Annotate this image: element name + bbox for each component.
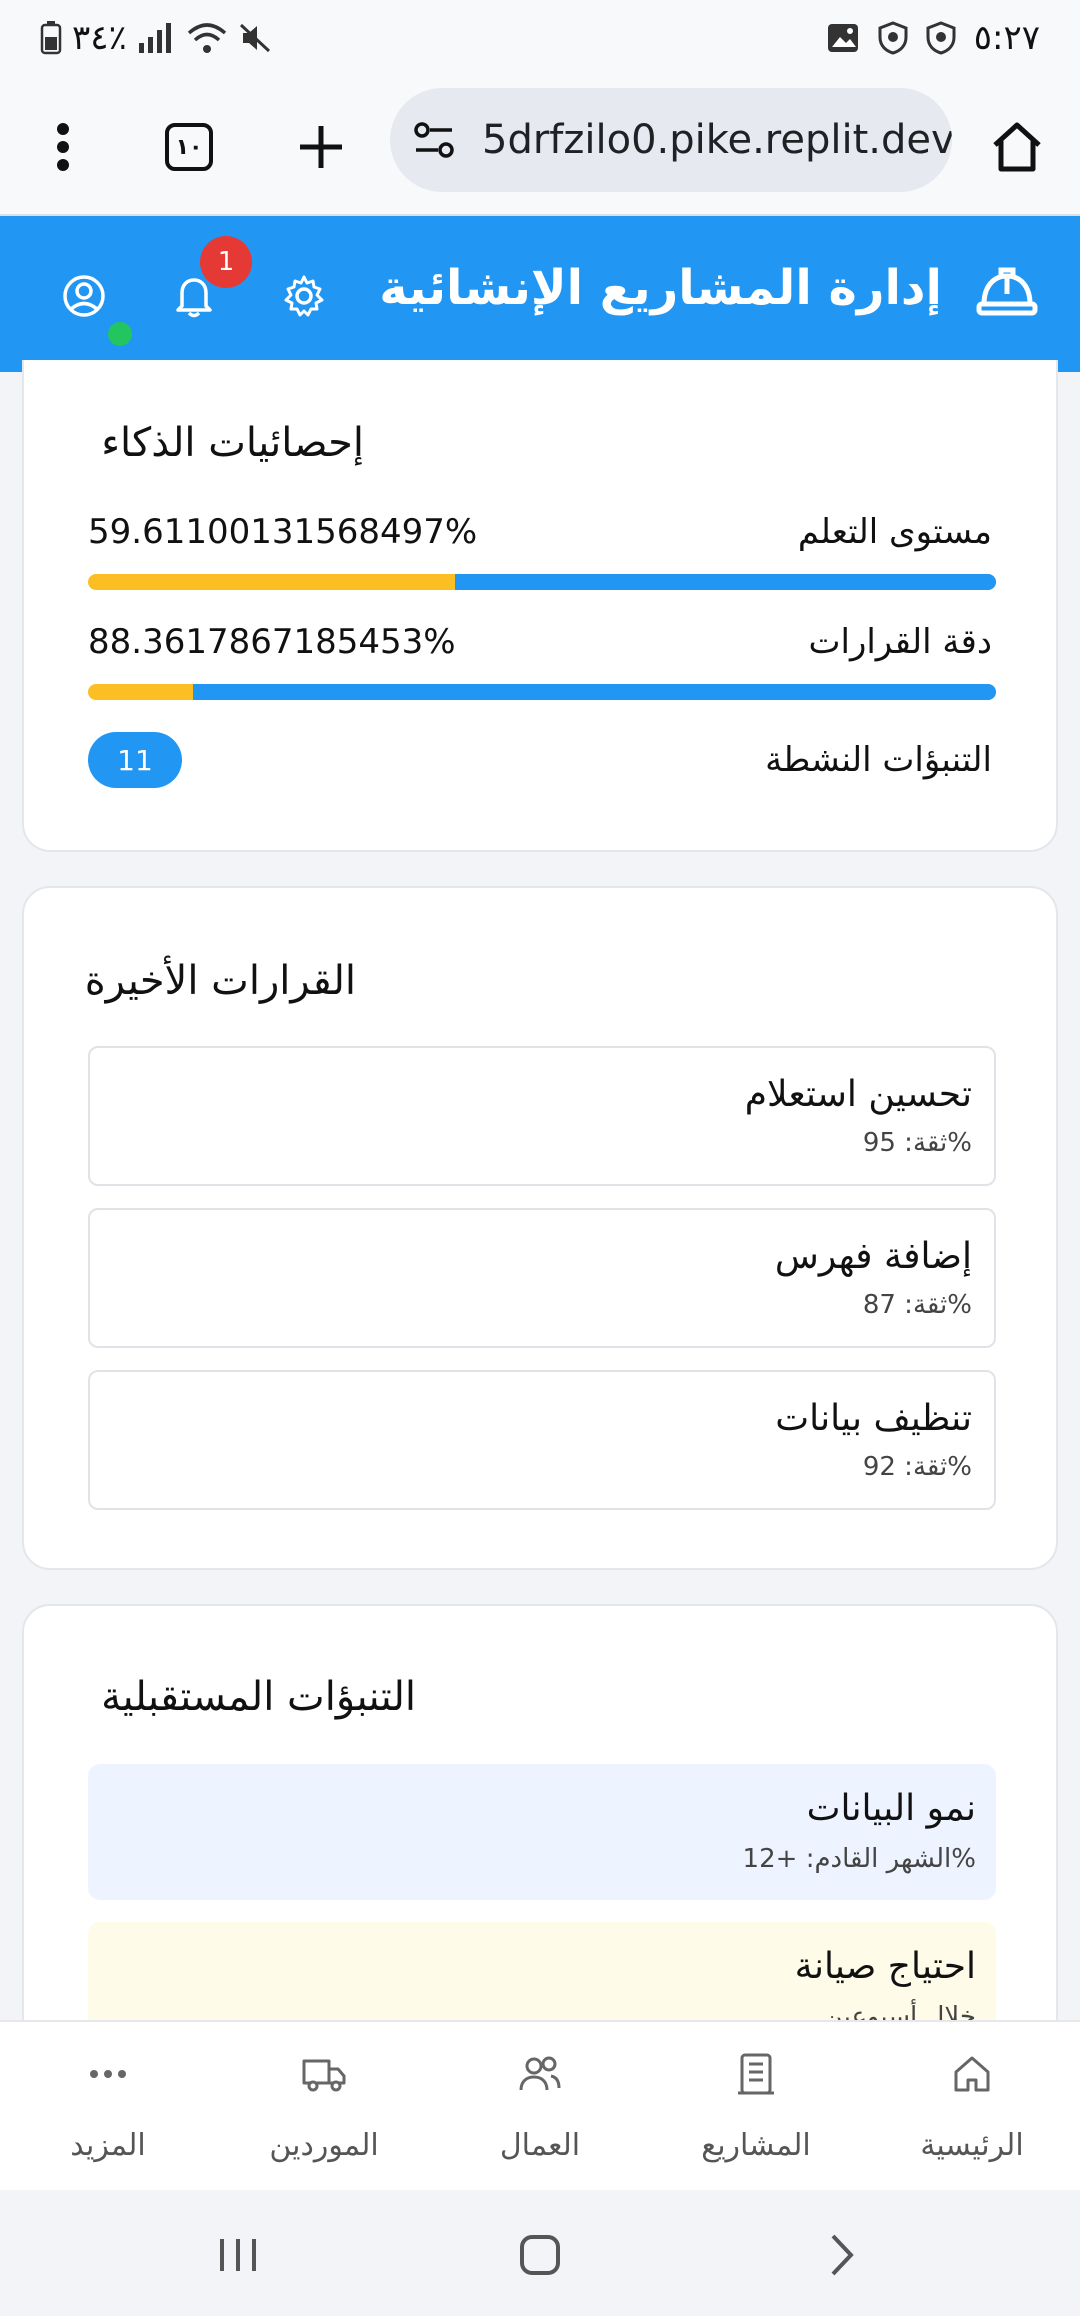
- active-predictions-label: التنبؤات النشطة: [765, 740, 992, 780]
- system-navigation-bar: [0, 2190, 1080, 2316]
- nav-more-label: المزيد: [70, 2128, 146, 2163]
- tab-count: ١٠: [175, 134, 203, 160]
- future-predictions-card: التنبؤات المستقبلية نمو البيانات الشهر ا…: [22, 1604, 1058, 2064]
- decision-confidence: ثقة: 95%: [862, 1128, 972, 1158]
- new-tab-button[interactable]: [286, 112, 356, 182]
- signal-icon: [138, 23, 171, 53]
- learning-progress-fill: [454, 574, 996, 590]
- settings-button[interactable]: [264, 256, 344, 336]
- recent-apps-icon: [220, 2239, 256, 2271]
- home-icon: [993, 122, 1041, 172]
- shield-icon: [926, 21, 956, 55]
- url-text: 5drfzilo0.pike.replit.dev: [482, 117, 952, 163]
- status-bar: ٣٤٪ ٥:٢٧: [0, 0, 1080, 82]
- accuracy-label: دقة القرارات: [808, 622, 992, 662]
- prediction-detail: الشهر القادم: +12%: [742, 1844, 976, 1874]
- status-right: ٥:٢٧: [826, 18, 1040, 58]
- user-circle-icon: [63, 275, 105, 317]
- browser-menu-button[interactable]: [28, 112, 98, 182]
- future-predictions-title: التنبؤات المستقبلية: [101, 1674, 416, 1720]
- online-status-dot: [108, 322, 132, 346]
- mute-icon: [239, 23, 270, 53]
- prediction-title: نمو البيانات: [806, 1788, 976, 1829]
- nav-home[interactable]: الرئيسية: [864, 2022, 1080, 2192]
- shield-icon: [878, 21, 908, 55]
- active-predictions-count: 11: [88, 732, 182, 788]
- learning-progress-bar: [88, 574, 996, 590]
- recent-apps-button[interactable]: [198, 2220, 278, 2290]
- more-icon: [78, 2044, 138, 2104]
- nav-suppliers[interactable]: الموردين: [216, 2022, 432, 2192]
- gear-icon: [284, 275, 324, 317]
- accuracy-progress-fill: [193, 684, 996, 700]
- gallery-icon: [827, 24, 858, 52]
- ai-stats-title: إحصائيات الذكاء: [101, 420, 364, 466]
- decision-item[interactable]: تنظيف بيانات ثقة: 92%: [88, 1370, 996, 1510]
- truck-icon: [294, 2044, 354, 2104]
- status-left: ٣٤٪: [40, 18, 273, 58]
- chevron-right-icon: [831, 2234, 854, 2276]
- learning-label: مستوى التعلم: [797, 512, 992, 552]
- battery-level: ٣٤٪: [72, 18, 127, 58]
- decision-item[interactable]: تحسين استعلام ثقة: 95%: [88, 1046, 996, 1186]
- notification-badge: 1: [200, 236, 252, 288]
- recent-decisions-title: القرارات الأخيرة: [84, 958, 356, 1004]
- home-nav-button[interactable]: [500, 2220, 580, 2290]
- users-icon: [510, 2044, 570, 2104]
- building-icon: [726, 2044, 786, 2104]
- back-nav-button[interactable]: [802, 2220, 882, 2290]
- accuracy-progress-bar: [88, 684, 996, 700]
- recent-decisions-card: القرارات الأخيرة تحسين استعلام ثقة: 95% …: [22, 886, 1058, 1570]
- decision-title: تحسين استعلام: [744, 1074, 972, 1115]
- home-button[interactable]: [982, 112, 1052, 182]
- clock: ٥:٢٧: [973, 18, 1040, 58]
- nav-home-label: الرئيسية: [920, 2128, 1024, 2163]
- prediction-item[interactable]: نمو البيانات الشهر القادم: +12%: [88, 1764, 996, 1900]
- decision-title: إضافة فهرس: [774, 1236, 972, 1277]
- nav-more[interactable]: المزيد: [0, 2022, 216, 2192]
- decision-item[interactable]: إضافة فهرس ثقة: 87%: [88, 1208, 996, 1348]
- decision-confidence: ثقة: 92%: [862, 1452, 972, 1482]
- more-vertical-icon: [57, 123, 69, 171]
- accuracy-value: 88.3617867185453%: [88, 622, 456, 662]
- site-settings-icon[interactable]: [412, 122, 456, 158]
- tabs-icon: ١٠: [165, 123, 213, 171]
- app-header: 1 إدارة المشاريع الإنشائية: [0, 216, 1080, 372]
- home-icon: [942, 2044, 1002, 2104]
- battery-icon: [40, 21, 62, 55]
- address-bar[interactable]: 5drfzilo0.pike.replit.dev: [390, 88, 952, 192]
- nav-projects[interactable]: المشاريع: [648, 2022, 864, 2192]
- nav-workers[interactable]: العمال: [432, 2022, 648, 2192]
- home-square-icon: [520, 2235, 560, 2275]
- hard-hat-icon: [976, 267, 1038, 316]
- learning-value: 59.61100131568497%: [88, 512, 478, 552]
- tabs-button[interactable]: ١٠: [154, 112, 224, 182]
- nav-suppliers-label: الموردين: [269, 2128, 379, 2163]
- app-title: إدارة المشاريع الإنشائية: [379, 260, 942, 316]
- ai-stats-card: إحصائيات الذكاء 59.61100131568497% مستوى…: [22, 360, 1058, 852]
- plus-icon: [300, 126, 342, 168]
- decision-confidence: ثقة: 87%: [862, 1290, 972, 1320]
- prediction-title: احتياج صيانة: [794, 1946, 976, 1987]
- nav-projects-label: المشاريع: [701, 2128, 811, 2163]
- decision-title: تنظيف بيانات: [775, 1398, 972, 1439]
- browser-toolbar: ١٠ 5drfzilo0.pike.replit.dev: [0, 82, 1080, 216]
- bottom-navigation: الرئيسية المشاريع العمال الموردين المزيد: [0, 2020, 1080, 2190]
- wifi-icon: [187, 23, 226, 53]
- nav-workers-label: العمال: [499, 2128, 581, 2163]
